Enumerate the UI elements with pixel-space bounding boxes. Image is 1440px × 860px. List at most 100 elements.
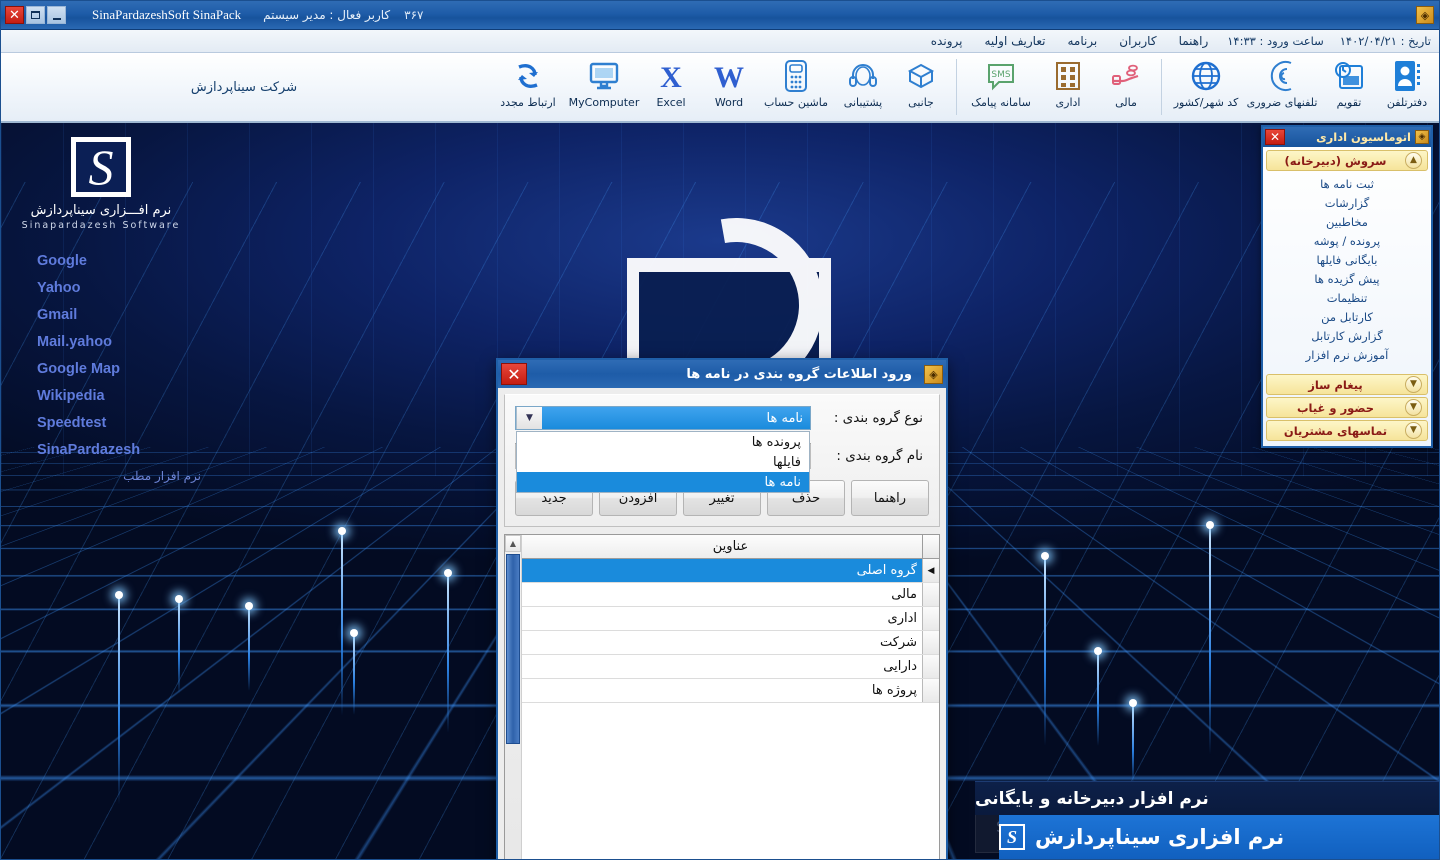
menu-item-definitions[interactable]: تعاریف اولیه xyxy=(981,33,1048,49)
wallpaper-light-pin xyxy=(1206,521,1214,755)
toolbar-button-sms-system[interactable]: SMS سامانه پیامک xyxy=(963,53,1039,121)
desktop-link-googlemap[interactable]: Google Map xyxy=(37,361,201,377)
desktop-link-clinic-software[interactable]: نرم افزار مطب xyxy=(37,469,201,483)
section-header-messenger[interactable]: ▼ پیغام ساز xyxy=(1266,374,1428,395)
svg-text:W: W xyxy=(714,61,744,93)
sidebar-item-file-archive[interactable]: بایگانی فایلها xyxy=(1266,253,1428,267)
svg-text:SMS: SMS xyxy=(991,70,1010,80)
brand-name-fa: نرم افـــزاری سیناپردازش xyxy=(30,203,172,218)
minimize-button[interactable] xyxy=(47,6,66,24)
menu-item-file[interactable]: پرونده xyxy=(928,33,966,49)
section-header-soroush[interactable]: ▲ سروش (دبیرخانه) xyxy=(1266,150,1428,171)
group-type-option-letters[interactable]: نامه ها xyxy=(517,472,809,492)
help-button[interactable]: راهنما xyxy=(851,480,929,516)
desktop-link-sinapardazesh[interactable]: SinaPardazesh xyxy=(37,442,201,458)
toolbar-label-reconnect: ارتباط مجدد xyxy=(500,96,556,109)
toolbar-button-administrative[interactable]: اداری xyxy=(1039,53,1097,121)
sidebar-item-my-inbox[interactable]: کارتابل من xyxy=(1266,310,1428,324)
menu-item-help[interactable]: راهنما xyxy=(1176,33,1212,49)
table-row[interactable]: پروژه ها xyxy=(522,679,939,703)
group-entry-dialog: ◈ ورود اطلاعات گروه بندی در نامه ها ✕ نو… xyxy=(496,358,948,859)
wallpaper-light-pin xyxy=(444,569,452,733)
wallpaper-light-pin xyxy=(175,595,183,694)
menu-item-users[interactable]: کاربران xyxy=(1116,33,1159,49)
maximize-button[interactable] xyxy=(26,6,45,24)
toolbar-button-reconnect[interactable]: ارتباط مجدد xyxy=(490,53,566,121)
table-row[interactable]: شرکت xyxy=(522,631,939,655)
toolbar-label-calculator: ماشین حساب xyxy=(764,96,828,109)
toolbar-button-phonebook[interactable]: دفترتلفن xyxy=(1378,53,1436,121)
window-controls: ✕ xyxy=(5,6,66,24)
toolbar-button-mycomputer[interactable]: MyComputer xyxy=(566,53,642,121)
toolbar-button-word[interactable]: W Word xyxy=(700,53,758,121)
table-row[interactable]: دارایی xyxy=(522,655,939,679)
table-row[interactable]: اداری xyxy=(522,607,939,631)
toolbar-button-calendar[interactable]: تقویم xyxy=(1320,53,1378,121)
group-type-option-files[interactable]: فایلها xyxy=(517,452,809,472)
wallpaper-light-pin xyxy=(245,602,253,691)
office-automation-close-button[interactable]: ✕ xyxy=(1265,129,1285,145)
section-label-customer-calls: تماسهای مشتریان xyxy=(1283,423,1388,438)
scroll-up-button[interactable]: ▲ xyxy=(505,535,521,552)
toolbar-button-emergency-phones[interactable]: تلفنهای ضروری xyxy=(1244,53,1320,121)
sidebar-item-register-letters[interactable]: ثبت نامه ها xyxy=(1266,177,1428,191)
menu-date: تاریخ : ۱۴۰۲/۰۴/۲۱ xyxy=(1339,34,1431,48)
sidebar-item-reports[interactable]: گزارشات xyxy=(1266,196,1428,210)
group-type-combobox[interactable]: نامه ها ▼ پرونده ها فایلها نامه ها xyxy=(515,406,811,493)
menu-login-time: ساعت ورود : ۱۴:۳۳ xyxy=(1227,34,1324,48)
group-type-selected-value: نامه ها xyxy=(766,410,803,426)
banner-brand-mark-icon: S xyxy=(999,824,1025,850)
sidebar-item-software-training[interactable]: آموزش نرم افزار xyxy=(1266,348,1428,362)
toolbar-group-middle: مالی اداری SMS سامانه پیامک xyxy=(960,53,1158,121)
sidebar-item-contacts[interactable]: مخاطبین xyxy=(1266,215,1428,229)
sidebar-item-inbox-report[interactable]: گزارش کارتابل xyxy=(1266,329,1428,343)
toolbar-button-accessories[interactable]: جانبی xyxy=(892,53,950,121)
desktop-link-wikipedia[interactable]: Wikipedia xyxy=(37,388,201,404)
dialog-body: نوع گروه بندی : نامه ها ▼ پرونده ها فایل… xyxy=(498,388,946,859)
scroll-thumb[interactable] xyxy=(506,554,520,744)
toolbar-button-calculator[interactable]: ماشین حساب xyxy=(758,53,834,121)
desktop-link-speedtest[interactable]: Speedtest xyxy=(37,415,201,431)
wallpaper-light-pin xyxy=(1094,647,1102,746)
toolbar-button-financial[interactable]: مالی xyxy=(1097,53,1155,121)
toolbar-company-label: شرکت سیناپردازش xyxy=(190,79,298,95)
sidebar-item-presets[interactable]: پیش گزیده ها xyxy=(1266,272,1428,286)
dialog-close-button[interactable]: ✕ xyxy=(501,363,527,385)
section-header-attendance[interactable]: ▼ حضور و غیاب xyxy=(1266,397,1428,418)
titles-grid-header: عناوین xyxy=(522,535,939,559)
chevron-down-icon: ▼ xyxy=(1405,399,1422,416)
desktop-link-gmail[interactable]: Gmail xyxy=(37,307,201,323)
section-header-customer-calls[interactable]: ▼ تماسهای مشتریان xyxy=(1266,420,1428,441)
chevron-down-icon: ▼ xyxy=(1405,376,1422,393)
toolbar-separator-1 xyxy=(1161,59,1162,115)
desktop-link-google[interactable]: Google xyxy=(37,253,201,269)
toolbar-label-accessories: جانبی xyxy=(908,96,934,109)
brand-logo-letter: S xyxy=(88,139,114,195)
window-title: SinaPardazeshSoft SinaPack xyxy=(92,7,242,22)
group-name-label: نام گروه بندی : xyxy=(836,448,923,464)
toolbar-button-city-country-code[interactable]: کد شهر/کشور xyxy=(1168,53,1244,121)
wallpaper-light-pin xyxy=(338,527,346,716)
toolbar-button-support[interactable]: پشتیبانی xyxy=(834,53,892,121)
menu-item-program[interactable]: برنامه xyxy=(1064,33,1100,49)
row-selector-icon xyxy=(922,583,939,606)
toolbar-label-mycomputer: MyComputer xyxy=(568,96,640,109)
desktop-link-yahoo[interactable]: Yahoo xyxy=(37,280,201,296)
row-selector-icon xyxy=(922,679,939,702)
sidebar-item-case-folder[interactable]: پرونده / پوشه xyxy=(1266,234,1428,248)
chevron-down-icon[interactable]: ▼ xyxy=(516,407,542,429)
desktop-link-mailyahoo[interactable]: Mail.yahoo xyxy=(37,334,201,350)
close-button[interactable]: ✕ xyxy=(5,6,24,24)
table-row[interactable]: ◀ گروه اصلی xyxy=(522,559,939,583)
group-type-label: نوع گروه بندی : xyxy=(833,410,923,426)
row-selector-icon xyxy=(922,655,939,678)
table-cell-title: مالی xyxy=(891,587,917,602)
toolbar-button-excel[interactable]: X Excel xyxy=(642,53,700,121)
scroll-track[interactable] xyxy=(505,552,521,859)
table-row[interactable]: مالی xyxy=(522,583,939,607)
wallpaper-light-pin xyxy=(1129,699,1137,783)
dialog-title: ورود اطلاعات گروه بندی در نامه ها xyxy=(686,366,912,382)
sidebar-item-settings[interactable]: تنظیمات xyxy=(1266,291,1428,305)
titles-grid-scrollbar[interactable]: ▲ ▼ xyxy=(505,535,522,859)
group-type-option-cases[interactable]: پرونده ها xyxy=(517,432,809,452)
